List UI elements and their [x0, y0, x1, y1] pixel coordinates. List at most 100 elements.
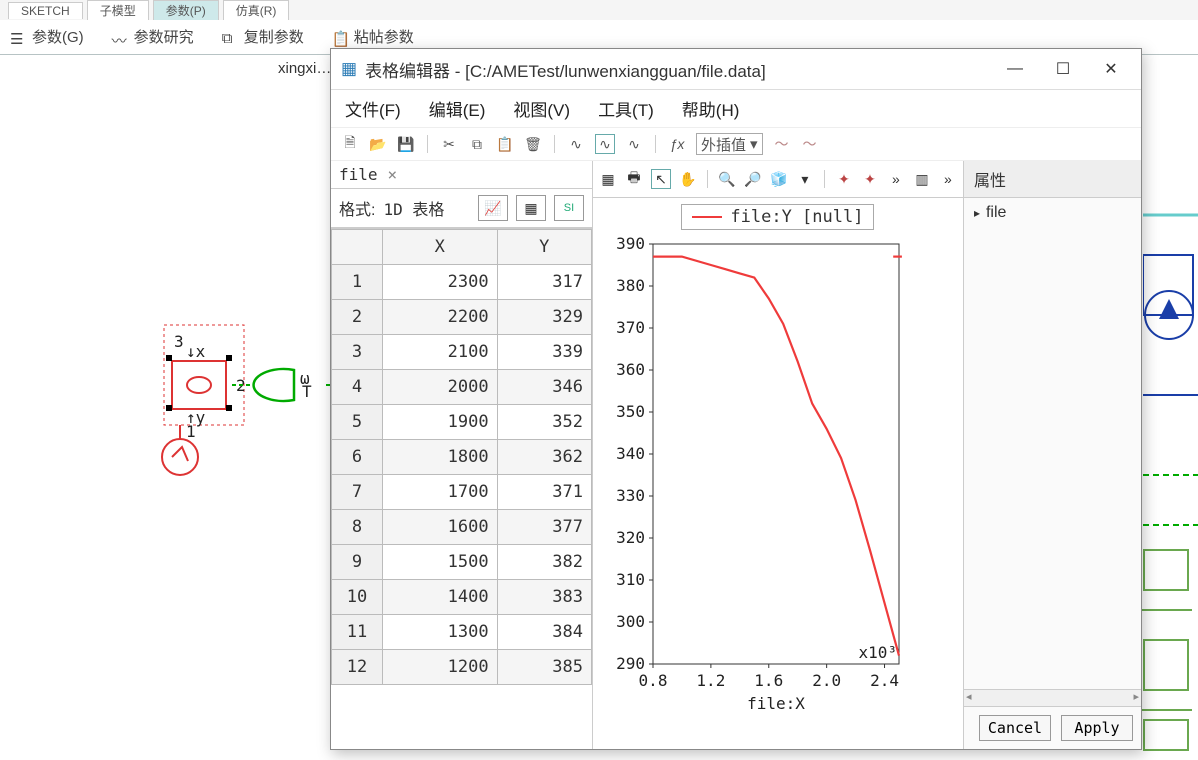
properties-tree[interactable]: ▸ file [964, 198, 1141, 689]
file-tab[interactable]: file × [331, 161, 592, 189]
table-row[interactable]: 12300317 [332, 265, 592, 300]
data-cell[interactable]: 329 [497, 300, 591, 335]
data-cell[interactable]: 1200 [383, 650, 498, 685]
plot-mode-icon[interactable]: 📈 [478, 195, 508, 221]
chart-zoomout-icon[interactable]: 🔎 [744, 170, 762, 188]
data-cell[interactable]: 2300 [383, 265, 498, 300]
row-header[interactable]: 10 [332, 580, 383, 615]
data-table[interactable]: X Y 123003172220032932100339420003465190… [331, 229, 592, 685]
chart-grid-icon[interactable]: ▦ [599, 170, 617, 188]
cmd-paste-params[interactable]: 📋粘帖参数 [332, 26, 414, 47]
delete-icon[interactable]: 🗑 [524, 135, 542, 153]
table-row[interactable]: 71700371 [332, 475, 592, 510]
spline1-icon[interactable]: ∿ [567, 135, 585, 153]
sine-icon[interactable]: 〜 [773, 135, 791, 153]
chart-more2-icon[interactable]: » [939, 170, 957, 188]
row-header[interactable]: 9 [332, 545, 383, 580]
maximize-button[interactable]: ☐ [1043, 53, 1083, 85]
chart-marker1-icon[interactable]: ✦ [835, 170, 853, 188]
table-row[interactable]: 91500382 [332, 545, 592, 580]
cut-icon[interactable]: ✂ [440, 135, 458, 153]
data-cell[interactable]: 377 [497, 510, 591, 545]
grid-mode-icon[interactable]: ▦ [516, 195, 546, 221]
row-header[interactable]: 11 [332, 615, 383, 650]
col-header-x[interactable]: X [383, 230, 498, 265]
cmd-params[interactable]: ☰参数(G) [10, 26, 84, 47]
chart-marker2-icon[interactable]: ✦ [861, 170, 879, 188]
apply-button[interactable]: Apply [1061, 715, 1133, 741]
data-cell[interactable]: 2100 [383, 335, 498, 370]
data-cell[interactable]: 317 [497, 265, 591, 300]
data-cell[interactable]: 1600 [383, 510, 498, 545]
minimize-button[interactable]: — [995, 53, 1035, 85]
chart-chevron-icon[interactable]: ▾ [796, 170, 814, 188]
si-mode-icon[interactable]: SI [554, 195, 584, 221]
row-header[interactable]: 3 [332, 335, 383, 370]
chart-zoomin-icon[interactable]: 🔍 [718, 170, 736, 188]
ribbon-tab-params[interactable]: 参数(P) [153, 0, 219, 20]
row-header[interactable]: 4 [332, 370, 383, 405]
ribbon-tab-submodel[interactable]: 子模型 [87, 0, 149, 20]
data-cell[interactable]: 1300 [383, 615, 498, 650]
func-icon[interactable]: ƒx [668, 135, 686, 153]
close-tab-icon[interactable]: × [388, 165, 398, 184]
menu-view[interactable]: 视图(V) [513, 96, 570, 121]
data-cell[interactable]: 362 [497, 440, 591, 475]
chart-cube-icon[interactable]: 🧊 [770, 170, 788, 188]
row-header[interactable]: 1 [332, 265, 383, 300]
table-row[interactable]: 42000346 [332, 370, 592, 405]
chart-plot[interactable]: 2903003103203303403503603703803900.81.21… [599, 234, 957, 743]
new-icon[interactable]: 🗎 [341, 135, 359, 153]
menu-tools[interactable]: 工具(T) [598, 96, 654, 121]
cmd-param-study[interactable]: 〰参数研究 [112, 26, 194, 47]
ribbon-tab-sim[interactable]: 仿真(R) [223, 0, 290, 20]
tree-caret-icon[interactable]: ▸ [974, 206, 980, 220]
row-header[interactable]: 6 [332, 440, 383, 475]
tree-root-label[interactable]: file [986, 204, 1006, 221]
data-cell[interactable]: 385 [497, 650, 591, 685]
data-cell[interactable]: 1700 [383, 475, 498, 510]
data-cell[interactable]: 1900 [383, 405, 498, 440]
table-row[interactable]: 32100339 [332, 335, 592, 370]
chart-area[interactable]: file:Y [null] 29030031032033034035036037… [593, 198, 963, 749]
data-cell[interactable]: 382 [497, 545, 591, 580]
row-header[interactable]: 12 [332, 650, 383, 685]
table-row[interactable]: 61800362 [332, 440, 592, 475]
extrap-dropdown[interactable]: 外插值▾ [696, 133, 763, 155]
row-header[interactable]: 8 [332, 510, 383, 545]
data-cell[interactable]: 352 [497, 405, 591, 440]
data-cell[interactable]: 384 [497, 615, 591, 650]
chart-layout-icon[interactable]: ▥ [913, 170, 931, 188]
data-cell[interactable]: 1800 [383, 440, 498, 475]
data-cell[interactable]: 2200 [383, 300, 498, 335]
dialog-titlebar[interactable]: ▦ 表格编辑器 - [C:/AMETest/lunwenxiangguan/fi… [331, 49, 1141, 90]
col-header-y[interactable]: Y [497, 230, 591, 265]
table-row[interactable]: 121200385 [332, 650, 592, 685]
cancel-button[interactable]: Cancel [979, 715, 1051, 741]
data-cell[interactable]: 1500 [383, 545, 498, 580]
menu-edit[interactable]: 编辑(E) [429, 96, 486, 121]
data-cell[interactable]: 346 [497, 370, 591, 405]
chart-more-icon[interactable]: » [887, 170, 905, 188]
table-row[interactable]: 81600377 [332, 510, 592, 545]
close-button[interactable]: ✕ [1091, 53, 1131, 85]
table-row[interactable]: 51900352 [332, 405, 592, 440]
chart-grab-icon[interactable]: ✋ [679, 170, 697, 188]
row-header[interactable]: 2 [332, 300, 383, 335]
sine2-icon[interactable]: 〜 [801, 135, 819, 153]
menu-help[interactable]: 帮助(H) [682, 96, 740, 121]
data-cell[interactable]: 339 [497, 335, 591, 370]
spline3-icon[interactable]: ∿ [625, 135, 643, 153]
chart-print-icon[interactable]: 🖶 [625, 170, 643, 188]
spline2-icon[interactable]: ∿ [595, 134, 615, 154]
data-cell[interactable]: 371 [497, 475, 591, 510]
copy-icon[interactable]: ⧉ [468, 135, 486, 153]
cmd-copy-params[interactable]: ⧉复制参数 [222, 26, 304, 47]
h-scrollbar[interactable]: ◂▸ [964, 689, 1141, 706]
data-cell[interactable]: 2000 [383, 370, 498, 405]
save-icon[interactable]: 💾 [397, 135, 415, 153]
open-icon[interactable]: 📂 [369, 135, 387, 153]
data-table-wrap[interactable]: X Y 123003172220032932100339420003465190… [331, 228, 592, 749]
paste-icon[interactable]: 📋 [496, 135, 514, 153]
table-row[interactable]: 101400383 [332, 580, 592, 615]
